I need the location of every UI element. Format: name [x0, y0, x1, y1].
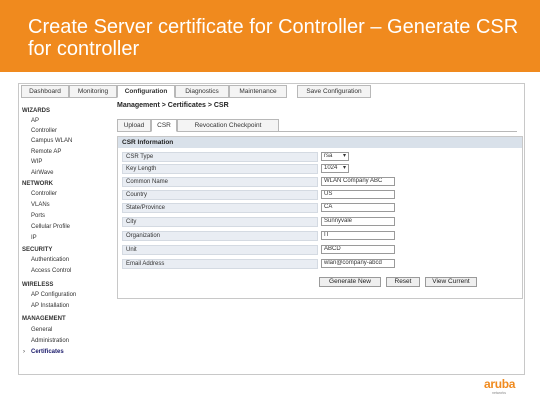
- generate-new-button[interactable]: Generate New: [319, 277, 381, 287]
- tab-dashboard[interactable]: Dashboard: [21, 85, 69, 98]
- breadcrumb: Management > Certificates > CSR: [117, 102, 229, 109]
- sidebar-item-ip[interactable]: IP: [31, 235, 37, 241]
- unit-field[interactable]: ABCD: [321, 245, 395, 254]
- field-label-csr-type: CSR Type: [122, 152, 318, 162]
- slide-title: Create Server certificate for Controller…: [28, 16, 519, 60]
- sidebar-item-network-controller[interactable]: Controller: [31, 191, 57, 197]
- email-address-field[interactable]: wlan@company-abcd: [321, 259, 395, 268]
- key-length-value: 1024: [324, 165, 338, 171]
- sidebar-item-access-control[interactable]: Access Control: [31, 268, 71, 274]
- chevron-right-icon: ›: [23, 349, 25, 355]
- sidebar-item-authentication[interactable]: Authentication: [31, 257, 69, 263]
- sidebar-item-airwave[interactable]: AirWave: [31, 170, 53, 176]
- sidebar-heading-security: SECURITY: [22, 247, 53, 253]
- field-label-organization: Organization: [122, 231, 318, 241]
- field-label-email-address: Email Address: [122, 259, 318, 269]
- sidebar-heading-wireless: WIRELESS: [22, 282, 54, 288]
- tab-maintenance[interactable]: Maintenance: [229, 85, 287, 98]
- country-field[interactable]: US: [321, 190, 395, 199]
- view-current-button[interactable]: View Current: [425, 277, 477, 287]
- sidebar-heading-management: MANAGEMENT: [22, 316, 66, 322]
- tab-revocation-checkpoint[interactable]: Revocation Checkpoint: [177, 119, 279, 132]
- organization-field[interactable]: IT: [321, 231, 395, 240]
- sidebar-item-certificates[interactable]: Certificates: [31, 349, 64, 355]
- tab-monitoring[interactable]: Monitoring: [69, 85, 117, 98]
- tab-configuration[interactable]: Configuration: [117, 85, 175, 98]
- state-province-field[interactable]: CA: [321, 203, 395, 212]
- sidebar-item-wip[interactable]: WIP: [31, 159, 42, 165]
- csr-panel-header: CSR Information: [118, 137, 522, 148]
- sidebar-item-vlans[interactable]: VLANs: [31, 202, 50, 208]
- slide-banner: Create Server certificate for Controller…: [0, 0, 540, 72]
- sidebar-item-controller[interactable]: Controller: [31, 128, 57, 134]
- logo-subtext: networks: [492, 391, 507, 395]
- csr-type-select[interactable]: rsa ▾: [321, 152, 349, 161]
- sidebar-item-ap-installation[interactable]: AP Installation: [31, 303, 69, 309]
- csr-panel: CSR Information CSR Type rsa ▾ Key Length…: [117, 136, 523, 299]
- field-label-country: Country: [122, 190, 318, 200]
- city-field[interactable]: Sunnyvale: [321, 217, 395, 226]
- chevron-down-icon: ▾: [342, 153, 346, 159]
- controller-ui-window: Dashboard Monitoring Configuration Diagn…: [18, 83, 525, 375]
- tab-diagnostics[interactable]: Diagnostics: [175, 85, 229, 98]
- sidebar-item-general[interactable]: General: [31, 327, 52, 333]
- sidebar-heading-network: NETWORK: [22, 181, 53, 187]
- reset-button[interactable]: Reset: [386, 277, 420, 287]
- tab-csr[interactable]: CSR: [151, 119, 177, 132]
- sidebar-item-ap[interactable]: AP: [31, 118, 39, 124]
- sidebar: WIZARDS AP Controller Campus WLAN Remote…: [19, 102, 114, 374]
- field-label-common-name: Common Name: [122, 177, 318, 187]
- key-length-select[interactable]: 1024 ▾: [321, 164, 349, 173]
- chevron-down-icon: ▾: [342, 165, 346, 171]
- field-label-key-length: Key Length: [122, 164, 318, 174]
- save-configuration-button[interactable]: Save Configuration: [297, 85, 371, 98]
- aruba-logo: aruba networks: [484, 377, 524, 399]
- common-name-field[interactable]: WLAN Company ABC: [321, 177, 395, 186]
- logo-wordmark: aruba: [484, 377, 516, 391]
- certificate-subtabs: Upload CSR Revocation Checkpoint: [117, 118, 517, 132]
- sidebar-item-ap-configuration[interactable]: AP Configuration: [31, 292, 76, 298]
- sidebar-heading-wizards: WIZARDS: [22, 108, 50, 114]
- top-navigation: Dashboard Monitoring Configuration Diagn…: [19, 84, 524, 98]
- tab-upload[interactable]: Upload: [117, 119, 151, 132]
- sidebar-item-campus-wlan[interactable]: Campus WLAN: [31, 138, 72, 144]
- sidebar-item-remote-ap[interactable]: Remote AP: [31, 149, 61, 155]
- field-label-state-province: State/Province: [122, 203, 318, 213]
- field-label-city: City: [122, 217, 318, 227]
- sidebar-item-administration[interactable]: Administration: [31, 338, 69, 344]
- csr-type-value: rsa: [324, 153, 333, 159]
- sidebar-item-cellular-profile[interactable]: Cellular Profile: [31, 224, 70, 230]
- sidebar-item-ports[interactable]: Ports: [31, 213, 45, 219]
- field-label-unit: Unit: [122, 245, 318, 255]
